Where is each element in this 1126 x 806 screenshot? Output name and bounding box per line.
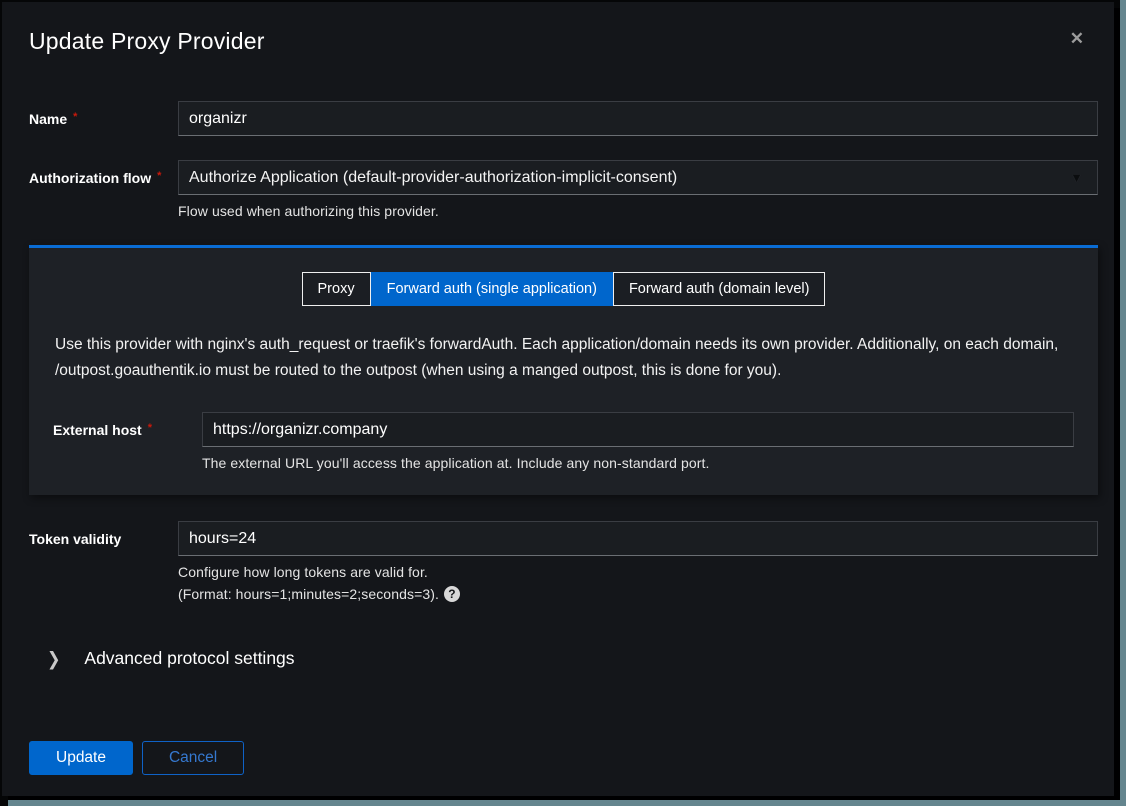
chevron-down-icon: ▼ [1070, 170, 1083, 185]
external-host-field-wrap: The external URL you'll access the appli… [202, 412, 1074, 471]
required-asterisk: * [148, 422, 152, 434]
token-validity-label: Token validity [29, 521, 178, 547]
name-input[interactable] [178, 101, 1098, 136]
authorization-flow-selected-value: Authorize Application (default-provider-… [189, 169, 677, 187]
page-title: Update Proxy Provider [29, 28, 1098, 55]
proxy-mode-card: Proxy Forward auth (single application) … [29, 245, 1098, 495]
name-label: Name * [29, 101, 178, 127]
name-field-wrap [178, 101, 1098, 136]
token-validity-input[interactable] [178, 521, 1098, 556]
required-asterisk: * [157, 170, 161, 182]
cancel-button[interactable]: Cancel [142, 741, 244, 775]
external-host-label: External host * [53, 412, 202, 438]
mode-description: Use this provider with nginx's auth_requ… [55, 332, 1072, 384]
update-button[interactable]: Update [29, 741, 133, 775]
help-icon[interactable]: ? [444, 586, 460, 602]
token-validity-field-wrap: Configure how long tokens are valid for.… [178, 521, 1098, 602]
close-icon[interactable]: ✕ [1070, 30, 1084, 47]
modal-header: Update Proxy Provider ✕ [29, 28, 1098, 55]
token-validity-help: Configure how long tokens are valid for. [178, 564, 1098, 580]
tab-forward-auth-domain-level[interactable]: Forward auth (domain level) [613, 272, 826, 306]
token-validity-label-text: Token validity [29, 531, 121, 547]
form-row-token-validity: Token validity Configure how long tokens… [29, 521, 1098, 602]
form-row-authorization-flow: Authorization flow * Authorize Applicatio… [29, 160, 1098, 219]
help-icon-glyph: ? [448, 587, 455, 601]
form-row-name: Name * [29, 101, 1098, 136]
tab-forward-auth-single-application[interactable]: Forward auth (single application) [371, 272, 613, 306]
token-validity-format-text: (Format: hours=1;minutes=2;seconds=3). [178, 586, 439, 602]
authorization-flow-help: Flow used when authorizing this provider… [178, 203, 1098, 219]
external-host-help: The external URL you'll access the appli… [202, 455, 1074, 471]
form-row-external-host: External host * The external URL you'll a… [53, 412, 1074, 471]
authorization-flow-label-text: Authorization flow [29, 170, 151, 186]
name-label-text: Name [29, 111, 67, 127]
tab-proxy[interactable]: Proxy [302, 272, 371, 306]
modal-actions: Update Cancel [29, 741, 1098, 775]
token-validity-format-help: (Format: hours=1;minutes=2;seconds=3). ? [178, 586, 1098, 602]
advanced-protocol-settings-expander[interactable]: ❯ Advanced protocol settings [29, 648, 1098, 669]
proxy-mode-toggle-group: Proxy Forward auth (single application) … [53, 272, 1074, 306]
chevron-right-icon: ❯ [47, 647, 60, 670]
authorization-flow-select[interactable]: Authorize Application (default-provider-… [178, 160, 1098, 195]
authorization-flow-label: Authorization flow * [29, 160, 178, 186]
required-asterisk: * [73, 111, 77, 123]
external-host-label-text: External host [53, 422, 142, 438]
advanced-protocol-settings-label: Advanced protocol settings [84, 648, 294, 669]
page-backdrop-right-edge [1120, 0, 1126, 806]
page-backdrop-bottom-edge [8, 800, 1126, 806]
authorization-flow-field-wrap: Authorize Application (default-provider-… [178, 160, 1098, 219]
external-host-input[interactable] [202, 412, 1074, 447]
update-proxy-provider-modal: Update Proxy Provider ✕ Name * Authorizat… [2, 2, 1114, 796]
